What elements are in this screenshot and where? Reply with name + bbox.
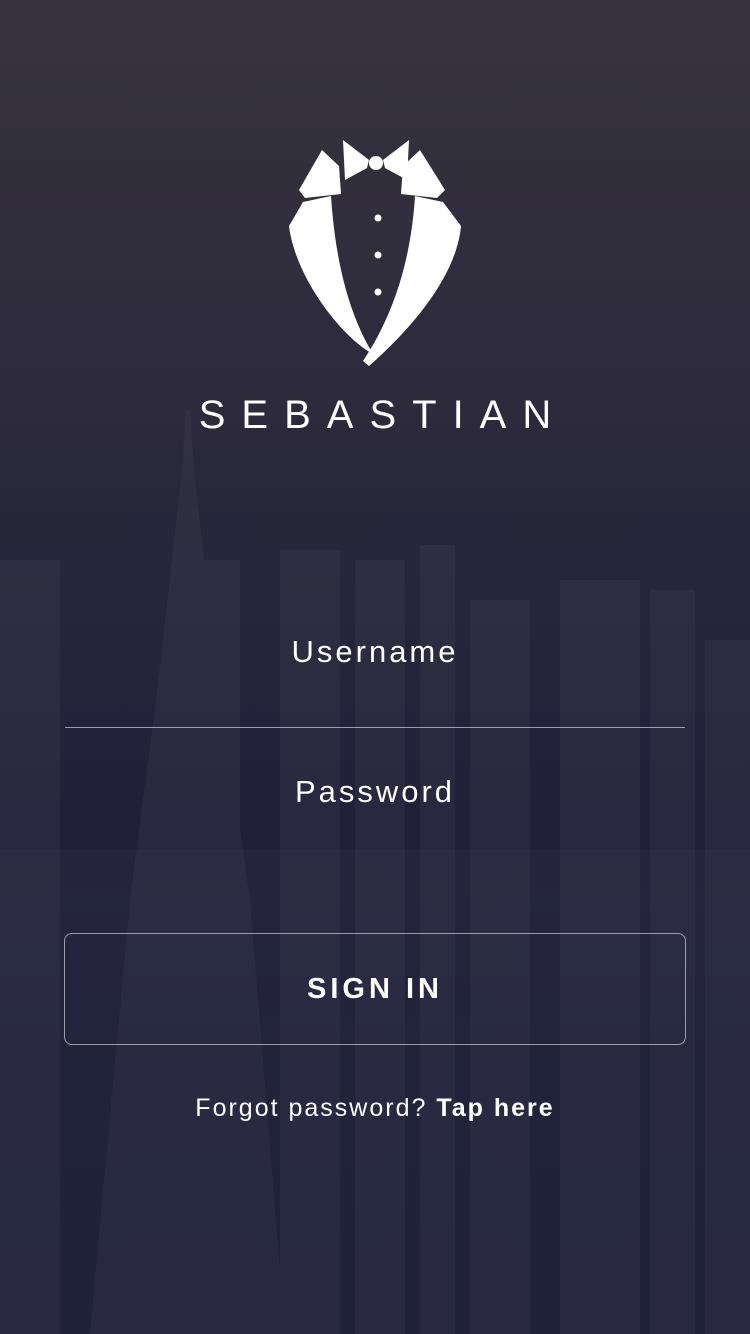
- forgot-password-link[interactable]: Tap here: [436, 1094, 554, 1122]
- shirt-button: [374, 251, 382, 259]
- field-divider: [65, 727, 685, 728]
- bow-tie-knot: [369, 156, 383, 170]
- shirt-button: [374, 288, 382, 296]
- forgot-password-prompt: Forgot password?: [195, 1094, 437, 1122]
- username-input[interactable]: [65, 626, 685, 678]
- lapel-right: [363, 196, 461, 366]
- bow-tie-left: [343, 140, 369, 180]
- lapel-left: [289, 196, 373, 354]
- tuxedo-logo: [285, 136, 465, 371]
- sign-in-label: SIGN IN: [307, 972, 443, 1005]
- shirt-button: [374, 214, 382, 222]
- sign-in-button[interactable]: SIGN IN: [64, 933, 686, 1045]
- brand-name: SEBASTIAN: [198, 393, 568, 437]
- tuxedo-icon: [289, 140, 461, 366]
- forgot-password-row: Forgot password? Tap here: [0, 1094, 750, 1123]
- password-input[interactable]: [65, 766, 685, 818]
- collar-left: [299, 150, 341, 198]
